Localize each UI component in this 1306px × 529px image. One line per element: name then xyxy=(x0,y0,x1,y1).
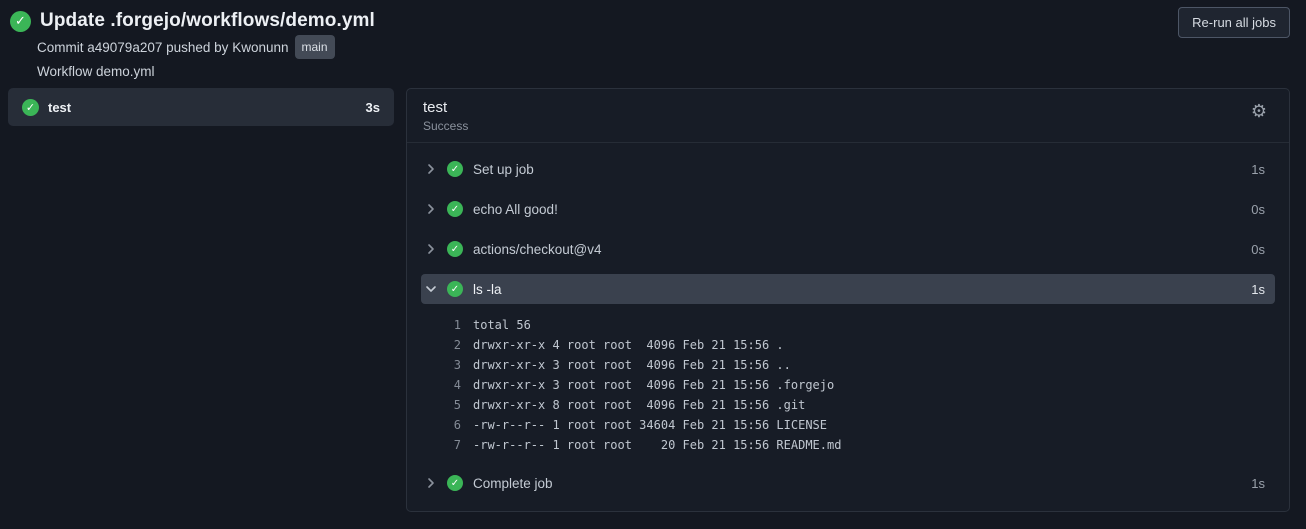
commit-sha-link[interactable]: a49079a207 xyxy=(87,40,162,55)
log-line-number: 1 xyxy=(453,318,461,332)
log-line-text: total 56 xyxy=(473,318,531,332)
log-line-text: drwxr-xr-x 4 root root 4096 Feb 21 15:56… xyxy=(473,338,784,352)
log-line-number: 2 xyxy=(453,338,461,352)
log-line-text: -rw-r--r-- 1 root root 34604 Feb 21 15:5… xyxy=(473,418,828,432)
step-duration: 1s xyxy=(1251,475,1265,491)
commit-label: Commit xyxy=(37,40,84,55)
commit-line: Commit a49079a207 pushed by Kwonunn main xyxy=(37,35,375,59)
log-line-number: 4 xyxy=(453,378,461,392)
step-label: Set up job xyxy=(473,161,534,177)
step-success-icon: ✓ xyxy=(447,161,463,177)
gear-icon[interactable]: ⚙ xyxy=(1245,99,1273,125)
log-line-number: 5 xyxy=(453,398,461,412)
chevron-right-icon xyxy=(425,203,437,215)
log-line: 6 -rw-r--r-- 1 root root 34604 Feb 21 15… xyxy=(421,415,1275,435)
log-line-number: 3 xyxy=(453,358,461,372)
log-line: 3 drwxr-xr-x 3 root root 4096 Feb 21 15:… xyxy=(421,355,1275,375)
step-success-icon: ✓ xyxy=(447,201,463,217)
step-duration: 1s xyxy=(1251,281,1265,297)
log-line: 2 drwxr-xr-x 4 root root 4096 Feb 21 15:… xyxy=(421,335,1275,355)
log-line-number: 7 xyxy=(453,438,461,452)
log-line-text: drwxr-xr-x 3 root root 4096 Feb 21 15:56… xyxy=(473,378,835,392)
jobs-sidebar: ✓ test 3s xyxy=(8,88,394,126)
step-label: Complete job xyxy=(473,475,553,491)
step-duration: 0s xyxy=(1251,241,1265,257)
chevron-right-icon xyxy=(425,163,437,175)
run-success-icon: ✓ xyxy=(10,10,31,32)
chevron-right-icon xyxy=(425,243,437,255)
job-duration: 3s xyxy=(365,99,380,115)
step-log-output: 1 total 56 2 drwxr-xr-x 4 root root 4096… xyxy=(421,309,1275,463)
step-success-icon: ✓ xyxy=(447,281,463,297)
run-header: ✓ Update .forgejo/workflows/demo.yml Com… xyxy=(10,10,375,82)
log-line: 1 total 56 xyxy=(421,315,1275,335)
step-label: actions/checkout@v4 xyxy=(473,241,602,257)
log-line-text: -rw-r--r-- 1 root root 20 Feb 21 15:56 R… xyxy=(473,438,842,452)
log-line: 7 -rw-r--r-- 1 root root 20 Feb 21 15:56… xyxy=(421,435,1275,455)
rerun-all-jobs-button[interactable]: Re-run all jobs xyxy=(1178,7,1290,38)
step-row-set-up-job[interactable]: ✓ Set up job 1s xyxy=(421,149,1275,189)
step-duration: 0s xyxy=(1251,201,1265,217)
steps-list: ✓ Set up job 1s ✓ echo All good! 0s ✓ ac… xyxy=(407,143,1289,511)
job-panel-header: test Success ⚙ xyxy=(407,89,1289,143)
step-success-icon: ✓ xyxy=(447,241,463,257)
job-name: test xyxy=(48,99,72,115)
step-success-icon: ✓ xyxy=(447,475,463,491)
step-label: echo All good! xyxy=(473,201,558,217)
sidebar-job-test[interactable]: ✓ test 3s xyxy=(8,88,394,126)
step-duration: 1s xyxy=(1251,161,1265,177)
workflow-run-page: ✓ Update .forgejo/workflows/demo.yml Com… xyxy=(0,0,1306,529)
step-row-actions-checkout[interactable]: ✓ actions/checkout@v4 0s xyxy=(421,229,1275,269)
branch-badge[interactable]: main xyxy=(294,35,335,59)
log-line: 4 drwxr-xr-x 3 root root 4096 Feb 21 15:… xyxy=(421,375,1275,395)
step-label: ls -la xyxy=(473,281,502,297)
job-detail-panel: test Success ⚙ ✓ Set up job 1s ✓ echo Al… xyxy=(406,88,1290,512)
chevron-down-icon xyxy=(425,283,437,295)
run-title: Update .forgejo/workflows/demo.yml xyxy=(40,10,375,31)
panel-job-status: Success xyxy=(423,119,469,133)
job-success-icon: ✓ xyxy=(22,98,39,116)
chevron-right-icon xyxy=(425,477,437,489)
author-link[interactable]: Kwonunn xyxy=(232,40,288,55)
pushed-by-label: pushed by xyxy=(166,40,229,55)
step-row-ls-la[interactable]: ✓ ls -la 1s xyxy=(421,274,1275,304)
step-row-complete-job[interactable]: ✓ Complete job 1s xyxy=(421,463,1275,503)
log-line-number: 6 xyxy=(453,418,461,432)
step-row-echo-all-good[interactable]: ✓ echo All good! 0s xyxy=(421,189,1275,229)
workflow-line: Workflow demo.yml xyxy=(37,64,155,79)
log-line: 5 drwxr-xr-x 8 root root 4096 Feb 21 15:… xyxy=(421,395,1275,415)
panel-job-name: test xyxy=(423,99,448,116)
log-line-text: drwxr-xr-x 8 root root 4096 Feb 21 15:56… xyxy=(473,398,806,412)
log-line-text: drwxr-xr-x 3 root root 4096 Feb 21 15:56… xyxy=(473,358,791,372)
